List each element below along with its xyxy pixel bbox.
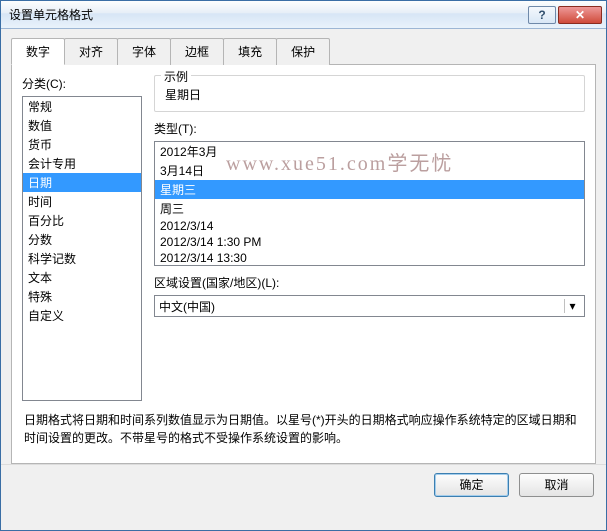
category-label: 分类(C): [22,75,142,92]
locale-select[interactable]: 中文(中国) ▾ [154,295,585,317]
category-item[interactable]: 文本 [23,268,141,287]
description-text: 日期格式将日期和时间系列数值显示为日期值。以星号(*)开头的日期格式响应操作系统… [22,411,585,453]
locale-value: 中文(中国) [159,298,215,315]
tab-row: 数字对齐字体边框填充保护 [11,38,596,65]
locale-label: 区域设置(国家/地区)(L): [154,274,585,291]
category-item[interactable]: 常规 [23,97,141,116]
tab-5[interactable]: 保护 [276,38,330,65]
type-item[interactable]: 3月14日 [155,161,584,180]
type-item[interactable]: 周三 [155,199,584,218]
format-cells-dialog: 设置单元格格式 ? ✕ 数字对齐字体边框填充保护 分类(C): 常规数值货币会计… [0,0,607,531]
dialog-title: 设置单元格格式 [9,6,528,23]
category-item[interactable]: 货币 [23,135,141,154]
close-button[interactable]: ✕ [558,6,602,24]
type-listbox[interactable]: 2012年3月3月14日星期三周三2012/3/142012/3/14 1:30… [154,141,585,266]
tab-panel-number: 分类(C): 常规数值货币会计专用日期时间百分比分数科学记数文本特殊自定义 ww… [11,64,596,464]
category-item[interactable]: 科学记数 [23,249,141,268]
tab-4[interactable]: 填充 [223,38,277,65]
cancel-button[interactable]: 取消 [519,473,594,497]
category-item[interactable]: 百分比 [23,211,141,230]
category-item[interactable]: 会计专用 [23,154,141,173]
sample-value: 星期日 [163,84,576,105]
help-button[interactable]: ? [528,6,556,24]
chevron-down-icon: ▾ [564,299,580,313]
ok-button[interactable]: 确定 [434,473,509,497]
category-item[interactable]: 分数 [23,230,141,249]
category-item[interactable]: 时间 [23,192,141,211]
tabs-container: 数字对齐字体边框填充保护 分类(C): 常规数值货币会计专用日期时间百分比分数科… [1,29,606,464]
type-item[interactable]: 星期三 [155,180,584,199]
close-icon: ✕ [575,8,585,22]
dialog-footer: 确定 取消 [1,464,606,504]
type-label: 类型(T): [154,120,585,137]
window-buttons: ? ✕ [528,6,602,24]
sample-legend: 示例 [161,68,191,85]
tab-0[interactable]: 数字 [11,38,65,65]
category-item[interactable]: 数值 [23,116,141,135]
type-item[interactable]: 2012/3/14 [155,218,584,234]
titlebar: 设置单元格格式 ? ✕ [1,1,606,29]
category-listbox[interactable]: 常规数值货币会计专用日期时间百分比分数科学记数文本特殊自定义 [22,96,142,401]
type-item[interactable]: 2012年3月 [155,142,584,161]
sample-group: 示例 星期日 [154,75,585,112]
type-item[interactable]: 2012/3/14 1:30 PM [155,234,584,250]
tab-3[interactable]: 边框 [170,38,224,65]
tab-2[interactable]: 字体 [117,38,171,65]
category-item[interactable]: 自定义 [23,306,141,325]
help-icon: ? [538,8,545,22]
tab-1[interactable]: 对齐 [64,38,118,65]
type-item[interactable]: 2012/3/14 13:30 [155,250,584,266]
category-item[interactable]: 特殊 [23,287,141,306]
category-item[interactable]: 日期 [23,173,141,192]
